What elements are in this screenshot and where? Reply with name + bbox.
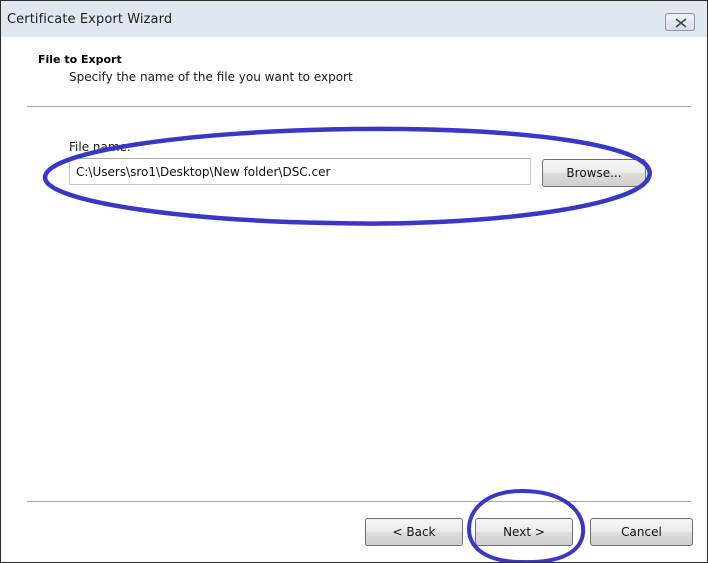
back-button[interactable]: < Back: [365, 518, 463, 546]
page-title: File to Export: [38, 53, 122, 66]
annotation-overlay: [42, 126, 652, 562]
cancel-button[interactable]: Cancel: [590, 518, 693, 546]
file-name-label: File name:: [69, 140, 131, 154]
window-title: Certificate Export Wizard: [7, 12, 173, 27]
footer-divider: [27, 501, 691, 502]
close-icon: [675, 18, 687, 28]
close-button[interactable]: [665, 13, 695, 31]
header-divider: [27, 106, 691, 107]
certificate-export-wizard-window: Certificate Export Wizard File to Export…: [0, 0, 708, 563]
next-button[interactable]: Next >: [475, 518, 573, 546]
file-name-input[interactable]: [69, 158, 531, 185]
browse-button[interactable]: Browse...: [542, 159, 646, 187]
title-bar: Certificate Export Wizard: [1, 1, 707, 37]
page-description: Specify the name of the file you want to…: [69, 70, 353, 84]
